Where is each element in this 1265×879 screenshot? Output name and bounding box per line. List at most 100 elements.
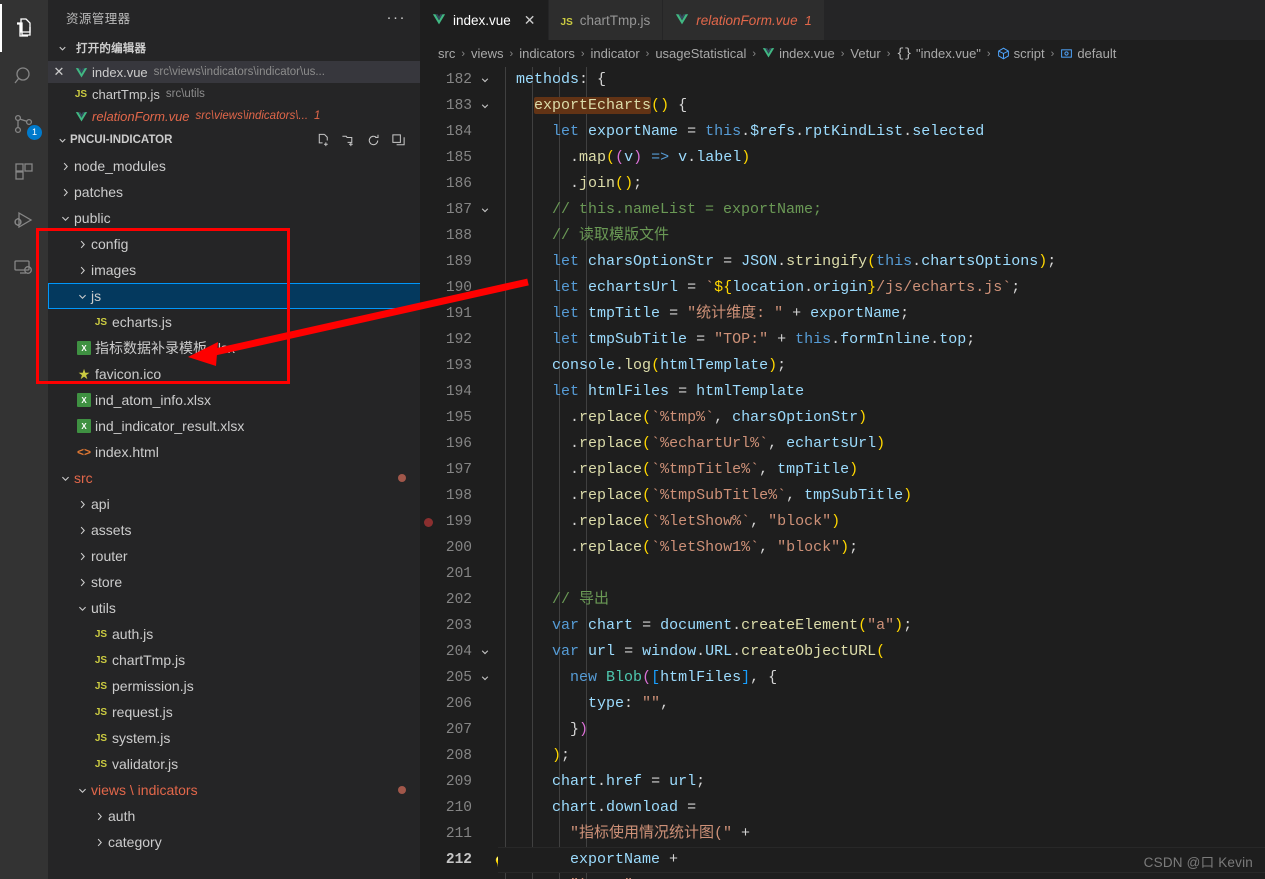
- tree-item[interactable]: JS echarts.js: [48, 309, 420, 335]
- tree-item[interactable]: JS chartTmp.js: [48, 647, 420, 673]
- breakpoint-icon[interactable]: [424, 518, 433, 527]
- breadcrumb-item[interactable]: default: [1060, 46, 1116, 61]
- activity-explorer[interactable]: [0, 4, 48, 52]
- line-number[interactable]: 208: [420, 743, 498, 769]
- line-number[interactable]: 200: [420, 535, 498, 561]
- breadcrumb-item[interactable]: indicator: [591, 46, 640, 61]
- tree-item[interactable]: utils: [48, 595, 420, 621]
- file-tree[interactable]: node_modules patches public config images js J…: [48, 153, 420, 879]
- breadcrumb-item[interactable]: indicators: [519, 46, 575, 61]
- collapse-all-icon[interactable]: [390, 132, 406, 148]
- breadcrumb[interactable]: src › views › indicators › indicator › usageStat…: [420, 40, 1265, 67]
- tree-item[interactable]: JS permission.js: [48, 673, 420, 699]
- chevron-right-icon[interactable]: [90, 811, 108, 822]
- line-number[interactable]: 184: [420, 119, 498, 145]
- line-number[interactable]: 💡212: [420, 847, 510, 873]
- refresh-icon[interactable]: [365, 132, 381, 148]
- code-line[interactable]: // 导出: [498, 587, 1265, 613]
- line-number[interactable]: 182: [420, 67, 498, 93]
- project-header[interactable]: PNCUI-INDICATOR: [48, 127, 420, 153]
- code-line[interactable]: // this.nameList = exportName;: [498, 197, 1265, 223]
- line-number[interactable]: 211: [420, 821, 498, 847]
- code-line[interactable]: console.log(htmlTemplate);: [498, 353, 1265, 379]
- line-number[interactable]: 199: [420, 509, 498, 535]
- line-number[interactable]: 198: [420, 483, 498, 509]
- code-line[interactable]: var chart = document.createElement("a");: [498, 613, 1265, 639]
- line-number[interactable]: 201: [420, 561, 498, 587]
- code-line[interactable]: .join();: [498, 171, 1265, 197]
- code-line[interactable]: let echartsUrl = `${location.origin}/js/…: [498, 275, 1265, 301]
- code-line[interactable]: [498, 561, 1265, 587]
- tree-item[interactable]: images: [48, 257, 420, 283]
- tree-item[interactable]: ★ favicon.ico: [48, 361, 420, 387]
- chevron-down-icon[interactable]: [73, 291, 91, 302]
- tree-item[interactable]: node_modules: [48, 153, 420, 179]
- code-line[interactable]: .replace(`%letShow%`, "block"): [498, 509, 1265, 535]
- line-number[interactable]: 197: [420, 457, 498, 483]
- code-editor[interactable]: 182 183 184 185 186 187 188 189 190 191 192 193 194 1…: [420, 67, 1265, 879]
- fold-chevron-icon[interactable]: [476, 93, 494, 119]
- code-line[interactable]: .map((v) => v.label): [498, 145, 1265, 171]
- code-line[interactable]: .replace(`%tmpSubTitle%`, tmpSubTitle): [498, 483, 1265, 509]
- open-editors-header[interactable]: 打开的编辑器: [48, 35, 420, 61]
- code-line[interactable]: chart.href = url;: [498, 769, 1265, 795]
- tree-item[interactable]: patches: [48, 179, 420, 205]
- activity-source-control[interactable]: 1: [0, 100, 48, 148]
- open-editor-item[interactable]: ✕ index.vue src\views\indicators\indicator…: [48, 61, 420, 83]
- line-number[interactable]: 192: [420, 327, 498, 353]
- fold-chevron-icon[interactable]: [476, 67, 494, 93]
- line-number[interactable]: 191: [420, 301, 498, 327]
- line-number[interactable]: 189: [420, 249, 498, 275]
- line-number[interactable]: 203: [420, 613, 498, 639]
- tree-item[interactable]: JS auth.js: [48, 621, 420, 647]
- tree-item[interactable]: X 指标数据补录模板.xlsx: [48, 335, 420, 361]
- line-number[interactable]: 210: [420, 795, 498, 821]
- new-folder-icon[interactable]: [340, 132, 356, 148]
- code-line[interactable]: "指标使用情况统计图(" +: [498, 821, 1265, 847]
- code-line[interactable]: let charsOptionStr = JSON.stringify(this…: [498, 249, 1265, 275]
- fold-chevron-icon[interactable]: [476, 639, 494, 665]
- chevron-right-icon[interactable]: [73, 525, 91, 536]
- tree-item[interactable]: Xind_atom_info.xlsx: [48, 387, 420, 413]
- chevron-down-icon[interactable]: [56, 213, 74, 224]
- code-line[interactable]: exportEcharts() {: [498, 93, 1265, 119]
- code-line[interactable]: let exportName = this.$refs.rptKindList.…: [498, 119, 1265, 145]
- code-line[interactable]: // 读取模版文件: [498, 223, 1265, 249]
- line-number-gutter[interactable]: 182 183 184 185 186 187 188 189 190 191 192 193 194 1…: [420, 67, 510, 879]
- line-number[interactable]: 185: [420, 145, 498, 171]
- code-line[interactable]: new Blob([htmlFiles], {: [498, 665, 1265, 691]
- breadcrumb-item[interactable]: usageStatistical: [655, 46, 746, 61]
- open-editor-item[interactable]: relationForm.vue src\views\indicators\...…: [48, 105, 420, 127]
- line-number[interactable]: 207: [420, 717, 498, 743]
- code-line[interactable]: var url = window.URL.createObjectURL(: [498, 639, 1265, 665]
- code-line[interactable]: .replace(`%tmpTitle%`, tmpTitle): [498, 457, 1265, 483]
- code-line[interactable]: let tmpTitle = "统计维度: " + exportName;: [498, 301, 1265, 327]
- tree-item[interactable]: category: [48, 829, 420, 855]
- tree-item[interactable]: config: [48, 231, 420, 257]
- line-number[interactable]: 209: [420, 769, 498, 795]
- line-number[interactable]: 213: [420, 873, 498, 879]
- editor-tab[interactable]: index.vue ✕: [420, 0, 549, 40]
- code-line[interactable]: .replace(`%echartUrl%`, echartsUrl): [498, 431, 1265, 457]
- line-number[interactable]: 194: [420, 379, 498, 405]
- tree-item[interactable]: store: [48, 569, 420, 595]
- line-number[interactable]: 193: [420, 353, 498, 379]
- code-content[interactable]: methods: { exportEcharts() { let exportN…: [498, 67, 1265, 879]
- tree-item[interactable]: Xind_indicator_result.xlsx: [48, 413, 420, 439]
- tree-item[interactable]: auth: [48, 803, 420, 829]
- tree-item[interactable]: assets: [48, 517, 420, 543]
- line-number[interactable]: 195: [420, 405, 498, 431]
- chevron-right-icon[interactable]: [73, 577, 91, 588]
- chevron-right-icon[interactable]: [90, 837, 108, 848]
- breadcrumb-item[interactable]: src: [438, 46, 455, 61]
- breadcrumb-item[interactable]: Vetur: [850, 46, 880, 61]
- fold-chevron-icon[interactable]: [476, 665, 494, 691]
- tree-item[interactable]: JS validator.js: [48, 751, 420, 777]
- code-line[interactable]: methods: {: [498, 67, 1265, 93]
- line-number[interactable]: 204: [420, 639, 498, 665]
- close-tab-icon[interactable]: ✕: [524, 12, 536, 29]
- open-editor-item[interactable]: JS chartTmp.js src\utils: [48, 83, 420, 105]
- chevron-down-icon[interactable]: [73, 603, 91, 614]
- chevron-right-icon[interactable]: [56, 187, 74, 198]
- tree-item[interactable]: public: [48, 205, 420, 231]
